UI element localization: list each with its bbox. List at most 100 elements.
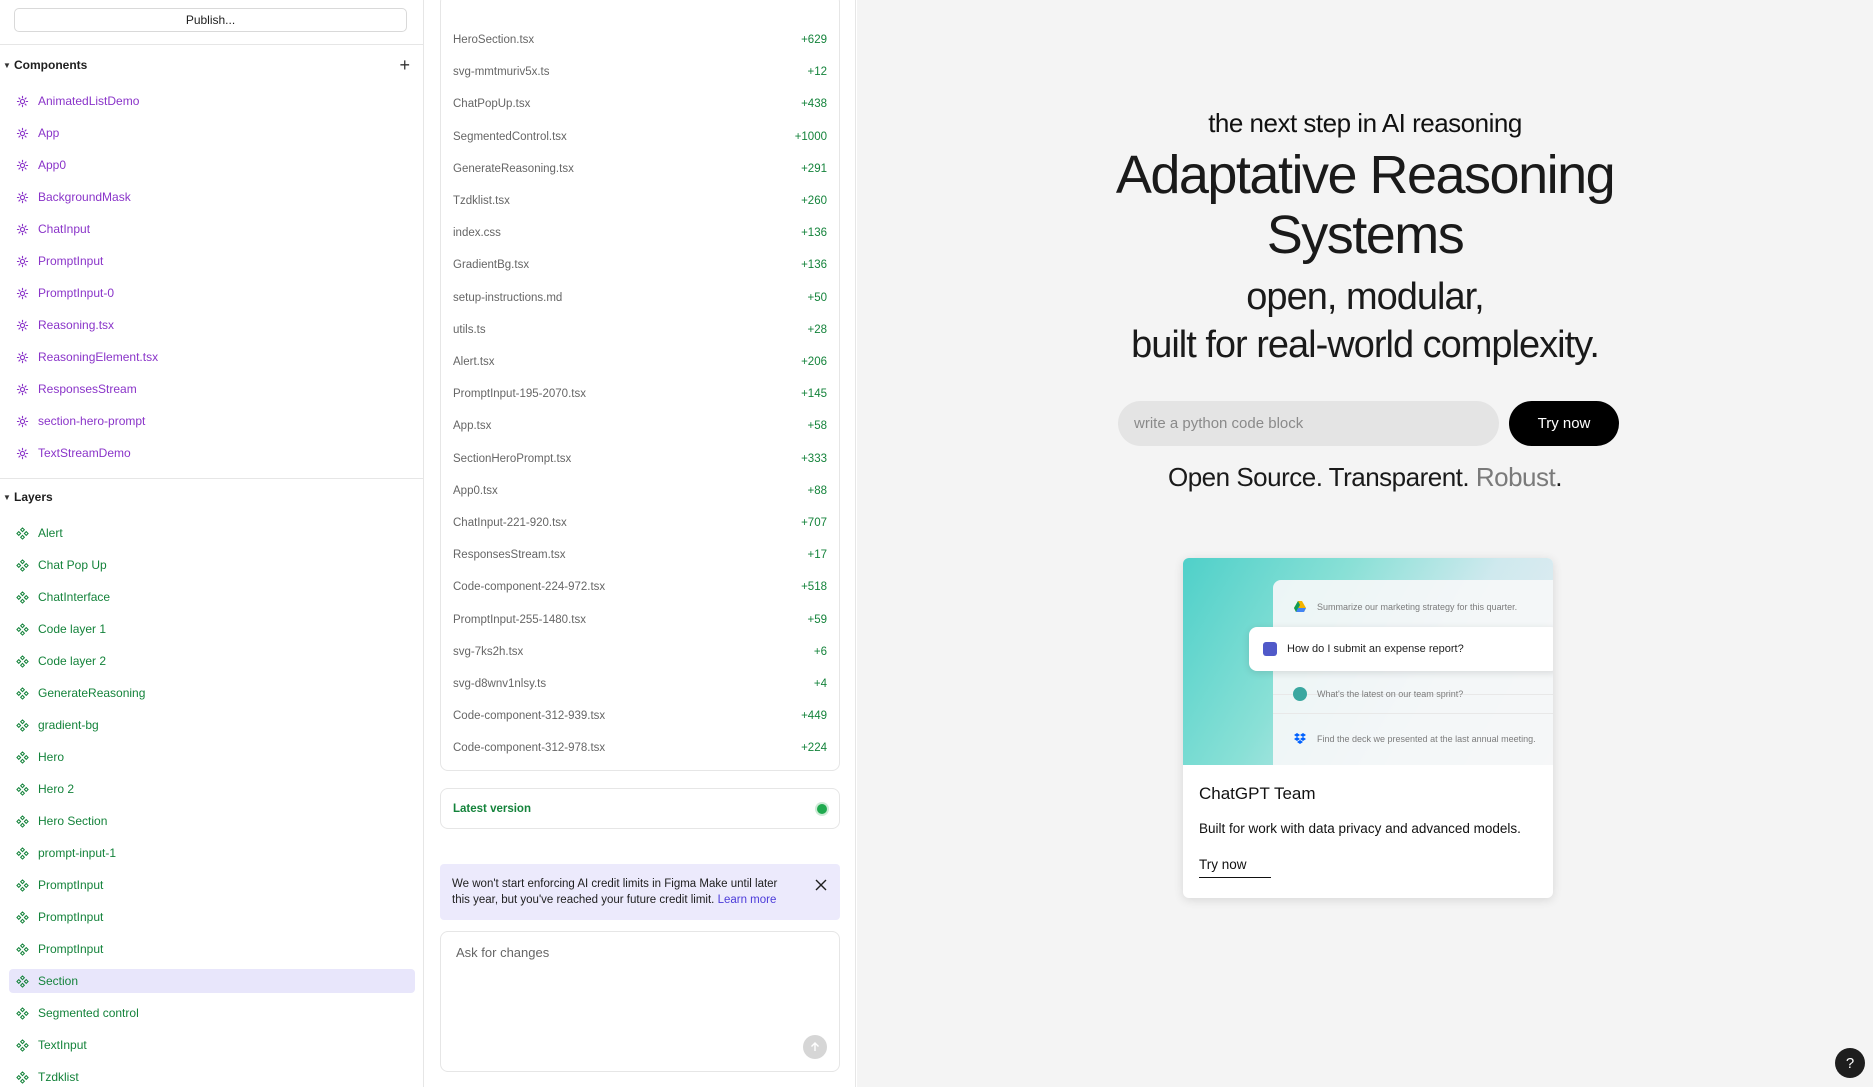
file-name: ChatPopUp.tsx [453, 98, 531, 111]
layer-item[interactable]: Chat Pop Up [0, 549, 423, 581]
file-row[interactable]: index.css +136 [453, 223, 827, 243]
file-change-count: +4 [813, 678, 827, 690]
version-card[interactable]: Latest version [440, 788, 840, 829]
layer-item[interactable]: PromptInput [0, 869, 423, 901]
file-row[interactable]: utils.ts +28 [453, 320, 827, 340]
prompt-field [1118, 401, 1499, 446]
try-now-button[interactable]: Try now [1509, 401, 1619, 446]
card-description: Built for work with data privacy and adv… [1199, 821, 1521, 836]
file-row[interactable]: ResponsesStream.tsx +17 [453, 545, 827, 565]
help-button[interactable]: ? [1835, 1048, 1865, 1078]
layer-item[interactable]: Section [9, 969, 415, 993]
file-row[interactable]: svg-d8wnv1nlsy.ts +4 [453, 674, 827, 694]
file-row[interactable]: GradientBg.tsx +136 [453, 255, 827, 275]
send-button[interactable] [803, 1035, 827, 1059]
close-icon[interactable] [814, 878, 828, 892]
component-item[interactable]: App [0, 117, 423, 149]
component-item[interactable]: PromptInput [0, 245, 423, 277]
file-row[interactable]: PromptInput-255-1480.tsx +59 [453, 610, 827, 630]
file-change-count: +58 [807, 420, 827, 433]
credit-notice: We won't start enforcing AI credit limit… [440, 864, 840, 920]
file-row[interactable]: Code-component-224-972.tsx +518 [453, 577, 827, 597]
layer-label: Code layer 1 [38, 622, 107, 636]
component-item[interactable]: App0 [0, 149, 423, 181]
component-item[interactable]: PromptInput-0 [0, 277, 423, 309]
hero-title-line2: Systems [1266, 205, 1465, 265]
layer-item[interactable]: Segmented control [0, 997, 423, 1029]
layer-item[interactable]: Code layer 2 [0, 645, 423, 677]
file-row[interactable]: ChatPopUp.tsx +438 [453, 94, 827, 114]
file-row[interactable]: SegmentedControl.tsx +1000 [453, 127, 827, 147]
layer-item[interactable]: Alert [0, 517, 423, 549]
prompt-input[interactable] [1118, 401, 1499, 446]
file-row[interactable]: svg-7ks2h.tsx +6 [453, 642, 827, 662]
file-name: Code-component-224-972.tsx [453, 581, 606, 594]
file-row[interactable]: PromptInput-195-2070.tsx +145 [453, 384, 827, 404]
layer-icon [15, 878, 29, 892]
component-item[interactable]: AnimatedListDemo [0, 85, 423, 117]
layer-label: gradient-bg [38, 718, 99, 732]
publish-button[interactable]: Publish... [14, 8, 407, 32]
ask-input[interactable] [441, 932, 839, 972]
layer-item[interactable]: Hero 2 [0, 773, 423, 805]
layer-item[interactable]: TextInput [0, 1029, 423, 1061]
component-item[interactable]: ResponsesStream [0, 373, 423, 405]
file-name: setup-instructions.md [453, 291, 563, 304]
layers-header[interactable]: ▼ Layers [0, 487, 423, 507]
file-row[interactable]: ChatInput-221-920.tsx +707 [453, 513, 827, 533]
file-row[interactable]: Alert.tsx +206 [453, 352, 827, 372]
code-changes-panel: HeroSection.tsx +629 svg-mmtmuriv5x.ts +12 C… [425, 0, 856, 1087]
file-name: PromptInput-195-2070.tsx [453, 388, 586, 401]
file-change-count: +518 [801, 581, 827, 594]
component-icon [15, 222, 29, 236]
component-item[interactable]: TextStreamDemo [0, 437, 423, 469]
layer-icon [15, 910, 29, 924]
layer-item[interactable]: prompt-input-1 [0, 837, 423, 869]
layer-item[interactable]: ChatInterface [0, 581, 423, 613]
layer-item[interactable]: Hero [0, 741, 423, 773]
file-change-count: +206 [801, 356, 827, 368]
component-item[interactable]: section-hero-prompt [0, 405, 423, 437]
component-label: section-hero-prompt [38, 414, 146, 428]
file-change-count: +136 [801, 227, 827, 240]
tagline-period: . [1555, 462, 1562, 492]
layer-item[interactable]: PromptInput [0, 933, 423, 965]
hero-subtitle-line2: built for real-world complexity. [1131, 324, 1600, 366]
layer-item[interactable]: Tzdklist [0, 1061, 423, 1087]
component-item[interactable]: BackgroundMask [0, 181, 423, 213]
layer-label: Code layer 2 [38, 654, 107, 668]
layer-item[interactable]: PromptInput [0, 901, 423, 933]
components-header[interactable]: ▼ Components + [0, 55, 423, 75]
file-row[interactable]: HeroSection.tsx +629 [453, 30, 827, 50]
component-icon [15, 94, 29, 108]
layer-icon [15, 846, 29, 860]
file-row[interactable]: Code-component-312-939.tsx +449 [453, 706, 827, 726]
learn-more-link[interactable]: Learn more [718, 894, 777, 906]
hero-subtitle: open, modular, built for real-world comp… [857, 273, 1873, 369]
file-row[interactable]: GenerateReasoning.tsx +291 [453, 159, 827, 179]
card-item-text: Summarize our marketing strategy for thi… [1317, 602, 1518, 612]
add-component-icon[interactable]: + [399, 55, 410, 75]
component-label: ChatInput [38, 222, 91, 236]
layer-icon [15, 526, 29, 540]
file-row[interactable]: Tzdklist.tsx +260 [453, 191, 827, 211]
file-row[interactable]: SectionHeroPrompt.tsx +333 [453, 449, 827, 469]
component-item[interactable]: Reasoning.tsx [0, 309, 423, 341]
component-icon [15, 158, 29, 172]
file-row[interactable]: Code-component-312-978.tsx +224 [453, 738, 827, 758]
component-item[interactable]: ChatInput [0, 213, 423, 245]
file-row[interactable]: setup-instructions.md +50 [453, 288, 827, 308]
layer-label: Hero Section [38, 814, 108, 828]
component-item[interactable]: ReasoningElement.tsx [0, 341, 423, 373]
file-row[interactable]: App0.tsx +88 [453, 481, 827, 501]
file-name: App.tsx [453, 420, 492, 433]
file-row[interactable]: svg-mmtmuriv5x.ts +12 [453, 62, 827, 82]
layer-item[interactable]: Hero Section [0, 805, 423, 837]
layer-item[interactable]: gradient-bg [0, 709, 423, 741]
layer-item[interactable]: Code layer 1 [0, 613, 423, 645]
layer-icon [15, 974, 29, 988]
card-try-now-link[interactable]: Try now [1199, 857, 1271, 878]
file-row[interactable]: App.tsx +58 [453, 416, 827, 436]
hero-subtitle-line1: open, modular, [1246, 276, 1484, 318]
layer-item[interactable]: GenerateReasoning [0, 677, 423, 709]
